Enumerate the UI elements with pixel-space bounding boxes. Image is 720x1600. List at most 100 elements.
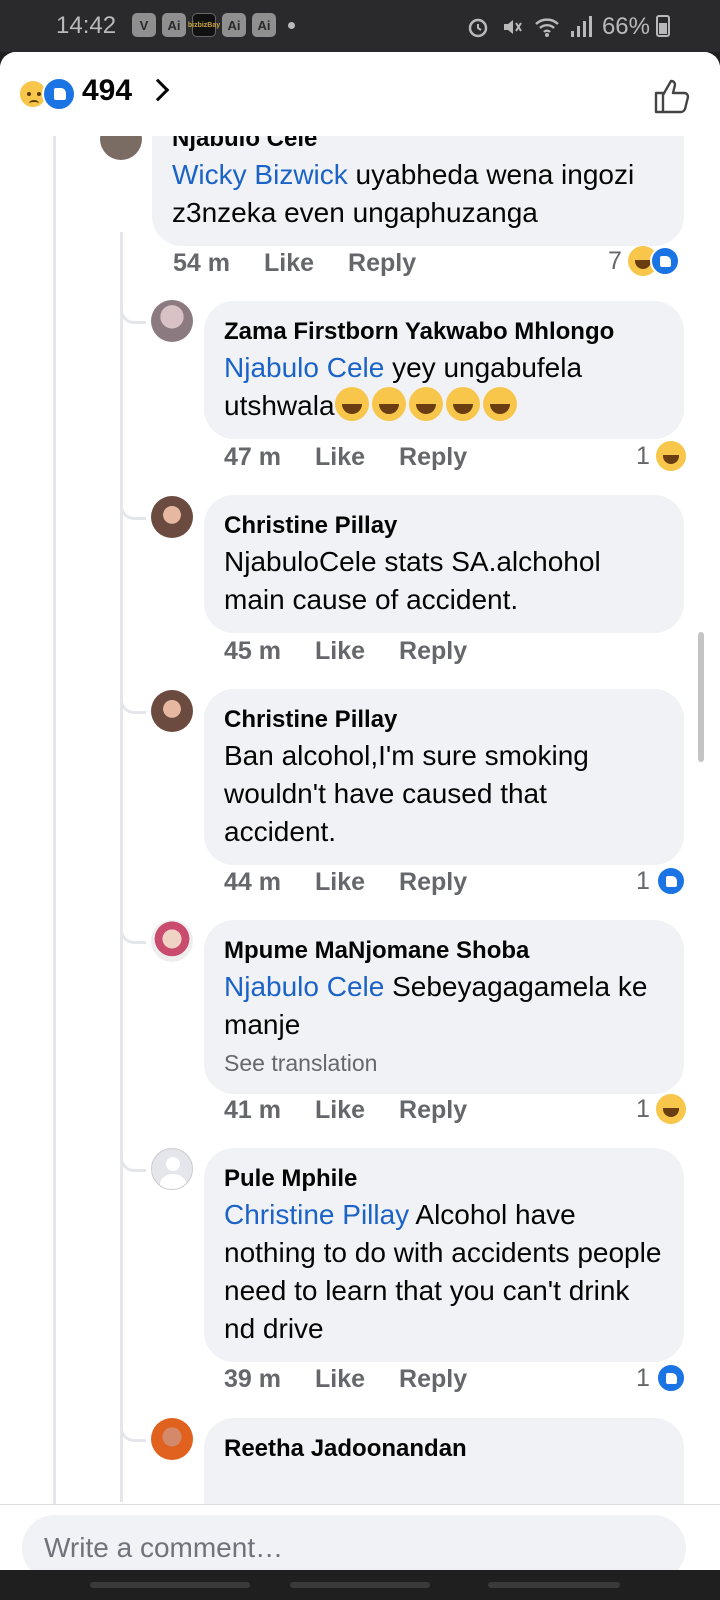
status-right: 66% xyxy=(466,13,650,41)
comment-bubble[interactable]: Zama Firstborn Yakwabo Mhlongo Njabulo C… xyxy=(204,301,684,439)
reply-connector xyxy=(120,304,146,324)
avatar[interactable] xyxy=(151,920,193,962)
laughing-emoji-icon xyxy=(371,387,406,421)
reply-button[interactable]: Reply xyxy=(399,637,467,666)
write-comment-input[interactable] xyxy=(22,1515,686,1570)
reply-connector xyxy=(120,500,146,520)
reply-button[interactable]: Reply xyxy=(399,868,467,897)
reply-connector xyxy=(120,924,146,944)
home-button[interactable] xyxy=(290,1582,430,1588)
like-button[interactable]: Like xyxy=(315,443,365,472)
laughing-emoji-icon xyxy=(482,387,517,421)
notification-app-icon: V xyxy=(132,13,156,37)
thread-line xyxy=(53,136,56,1536)
alarm-icon xyxy=(468,18,488,38)
comment-actions: 39 m Like Reply xyxy=(224,1365,467,1394)
comment-text: Njabulo Cele Sebeyagagamela ke manje xyxy=(224,968,664,1044)
comment-time: 47 m xyxy=(224,443,281,471)
battery-percent: 66% xyxy=(601,13,650,40)
like-button[interactable]: Like xyxy=(315,1365,365,1394)
reply-connector xyxy=(120,1422,146,1442)
comment-author[interactable]: Reetha Jadoonandan xyxy=(224,1434,664,1464)
comment-reactions[interactable]: 1 xyxy=(636,441,686,471)
avatar[interactable] xyxy=(151,690,193,732)
notification-app-icon: Ai xyxy=(252,13,276,37)
comment-composer xyxy=(0,1504,720,1570)
reaction-count: 1 xyxy=(636,1094,650,1123)
like-reaction-icon xyxy=(42,77,76,111)
reaction-count[interactable]: 494 xyxy=(82,74,132,108)
see-translation-link[interactable]: See translation xyxy=(224,1046,664,1080)
reaction-count: 1 xyxy=(636,1363,650,1392)
like-reaction-icon xyxy=(649,246,680,276)
more-notifications-icon xyxy=(288,22,295,29)
comment-actions: 47 m Like Reply xyxy=(224,443,467,472)
reaction-count: 1 xyxy=(636,441,650,470)
chevron-right-icon[interactable] xyxy=(146,78,170,102)
notification-app-icon: Ai xyxy=(162,13,186,37)
status-time: 14:42 xyxy=(56,12,117,39)
comment-reactions[interactable]: 1 xyxy=(636,1094,686,1124)
avatar[interactable] xyxy=(151,496,193,538)
reply-button[interactable]: Reply xyxy=(399,1096,467,1125)
comment-reactions[interactable]: 1 xyxy=(636,1363,686,1393)
like-button[interactable]: Like xyxy=(315,1096,365,1125)
comment-body: Ban alcohol,I'm sure smoking wouldn't ha… xyxy=(224,740,589,847)
system-nav-bar xyxy=(0,1570,720,1600)
like-button[interactable]: Like xyxy=(315,637,365,666)
comment-actions: 44 m Like Reply xyxy=(224,868,467,897)
comment-text: Wicky Bizwick uyabheda wena ingozi z3nze… xyxy=(172,156,664,232)
reply-connector xyxy=(120,1152,146,1172)
signal-icon xyxy=(570,16,592,37)
comment-time: 45 m xyxy=(224,637,281,665)
notification-app-icon: Ai xyxy=(222,13,246,37)
like-thumb-icon[interactable] xyxy=(652,76,692,116)
notification-app-icon: bizbizBay xyxy=(188,13,220,37)
comment-author[interactable]: Pule Mphile xyxy=(224,1164,664,1194)
comment-reactions[interactable]: 1 xyxy=(636,866,686,896)
haha-reaction-icon xyxy=(655,1094,686,1124)
comment-actions: 54 m Like Reply xyxy=(173,249,416,278)
comment-text: Njabulo Cele yey ungabufela utshwala xyxy=(224,349,664,425)
battery-icon xyxy=(656,15,670,37)
comment-body: NjabuloCele stats SA.alchohol main cause… xyxy=(224,546,601,615)
mention-link[interactable]: Wicky Bizwick xyxy=(172,159,348,190)
comment-bubble[interactable]: Pule Mphile Christine Pillay Alcohol hav… xyxy=(204,1148,684,1362)
comment-author[interactable]: Christine Pillay xyxy=(224,511,664,541)
reply-button[interactable]: Reply xyxy=(348,249,416,278)
avatar[interactable] xyxy=(151,1148,193,1190)
comment-time: 54 m xyxy=(173,249,230,277)
wifi-icon xyxy=(535,18,559,37)
like-button[interactable]: Like xyxy=(315,868,365,897)
back-button[interactable] xyxy=(488,1582,620,1588)
mention-link[interactable]: Njabulo Cele xyxy=(224,352,384,383)
comment-author[interactable]: Christine Pillay xyxy=(224,705,664,735)
like-button[interactable]: Like xyxy=(264,249,314,278)
laughing-emoji-icon xyxy=(334,387,369,421)
reply-thread-line xyxy=(120,232,123,1502)
reaction-summary-icons[interactable] xyxy=(18,77,78,111)
laughing-emoji-icon xyxy=(408,387,443,421)
mute-icon xyxy=(503,20,522,34)
comment-bubble[interactable]: Mpume MaNjomane Shoba Njabulo Cele Sebey… xyxy=(204,920,684,1094)
comment-reactions[interactable]: 7 xyxy=(608,246,680,276)
comment-time: 41 m xyxy=(224,1096,281,1124)
recent-apps-button[interactable] xyxy=(90,1582,250,1588)
mention-link[interactable]: Christine Pillay xyxy=(224,1199,409,1230)
comment-text: Christine Pillay Alcohol have nothing to… xyxy=(224,1196,664,1348)
avatar[interactable] xyxy=(151,300,193,342)
reaction-count: 1 xyxy=(636,866,650,895)
comment-author[interactable]: Zama Firstborn Yakwabo Mhlongo xyxy=(224,317,664,347)
comment-bubble[interactable]: Christine Pillay Ban alcohol,I'm sure sm… xyxy=(204,689,684,865)
reply-button[interactable]: Reply xyxy=(399,443,467,472)
status-app-icons: V Ai bizbizBay Ai Ai xyxy=(132,13,295,37)
comment-author[interactable]: Mpume MaNjomane Shoba xyxy=(224,936,664,966)
reply-button[interactable]: Reply xyxy=(399,1365,467,1394)
mention-link[interactable]: Njabulo Cele xyxy=(224,971,384,1002)
status-bar: 14:42 V Ai bizbizBay Ai Ai 66% xyxy=(0,0,720,52)
comment-bubble[interactable]: Christine Pillay NjabuloCele stats SA.al… xyxy=(204,495,684,633)
avatar[interactable] xyxy=(151,1418,193,1460)
comment-time: 44 m xyxy=(224,868,281,896)
scrollbar[interactable] xyxy=(698,632,704,762)
like-reaction-icon xyxy=(655,1363,686,1393)
